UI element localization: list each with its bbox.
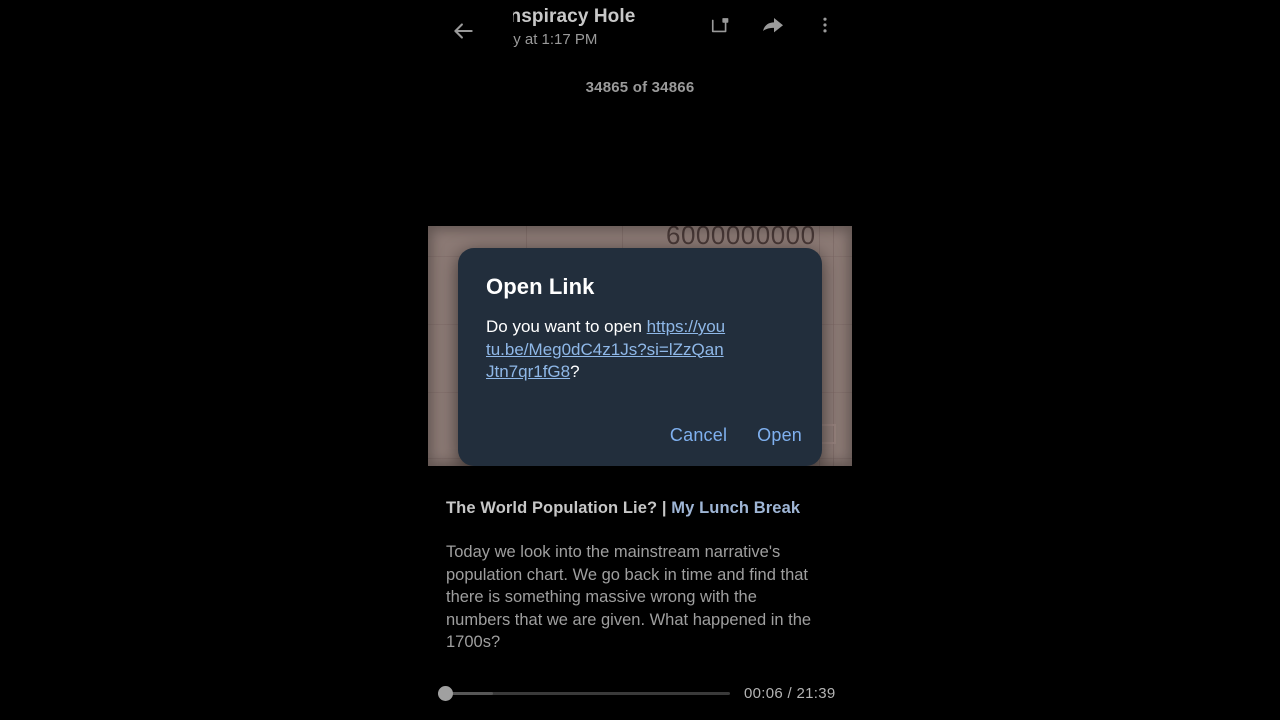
video-meta: The World Population Lie? | My Lunch Bre… (446, 496, 834, 654)
cancel-button[interactable]: Cancel (668, 419, 729, 452)
seek-handle[interactable] (438, 685, 453, 701)
screen-root: Conspiracy Hole today at 1:17 PM (0, 0, 1280, 720)
time-display: 00:06 / 21:39 (744, 684, 836, 702)
video-title: The World Population Lie? | My Lunch Bre… (446, 496, 834, 520)
picture-in-picture-button[interactable] (706, 10, 736, 40)
more-vert-icon (815, 15, 835, 35)
video-channel-name[interactable]: My Lunch Break (671, 499, 800, 517)
open-link-dialog: Open Link Do you want to open https://yo… (458, 248, 822, 466)
dialog-actions: Cancel Open (668, 419, 804, 452)
dialog-title: Open Link (486, 274, 595, 299)
arrow-left-icon (450, 18, 476, 44)
channel-title: Conspiracy Hole (513, 6, 636, 27)
share-button[interactable] (758, 10, 788, 40)
video-description: Today we look into the mainstream narrat… (446, 543, 812, 652)
more-options-button[interactable] (810, 10, 840, 40)
seek-bar[interactable] (438, 682, 730, 704)
dialog-message-prefix: Do you want to open (486, 317, 647, 336)
picture-in-picture-icon (710, 14, 732, 36)
playback-controls: 00:06 / 21:39 (428, 678, 852, 708)
app-bar: Conspiracy Hole today at 1:17 PM (428, 0, 852, 62)
share-icon (761, 13, 785, 37)
item-counter: 34865 of 34866 (585, 79, 695, 96)
open-button[interactable]: Open (755, 419, 804, 452)
upload-timestamp: today at 1:17 PM (513, 31, 598, 48)
back-button[interactable] (446, 14, 480, 48)
dialog-message-suffix: ? (570, 362, 580, 381)
video-title-text: The World Population Lie? | (446, 499, 672, 517)
app-bar-actions (706, 10, 840, 40)
title-block: Conspiracy Hole today at 1:17 PM (513, 5, 693, 51)
dialog-message: Do you want to open https://youtu.be/Meg… (486, 316, 728, 384)
